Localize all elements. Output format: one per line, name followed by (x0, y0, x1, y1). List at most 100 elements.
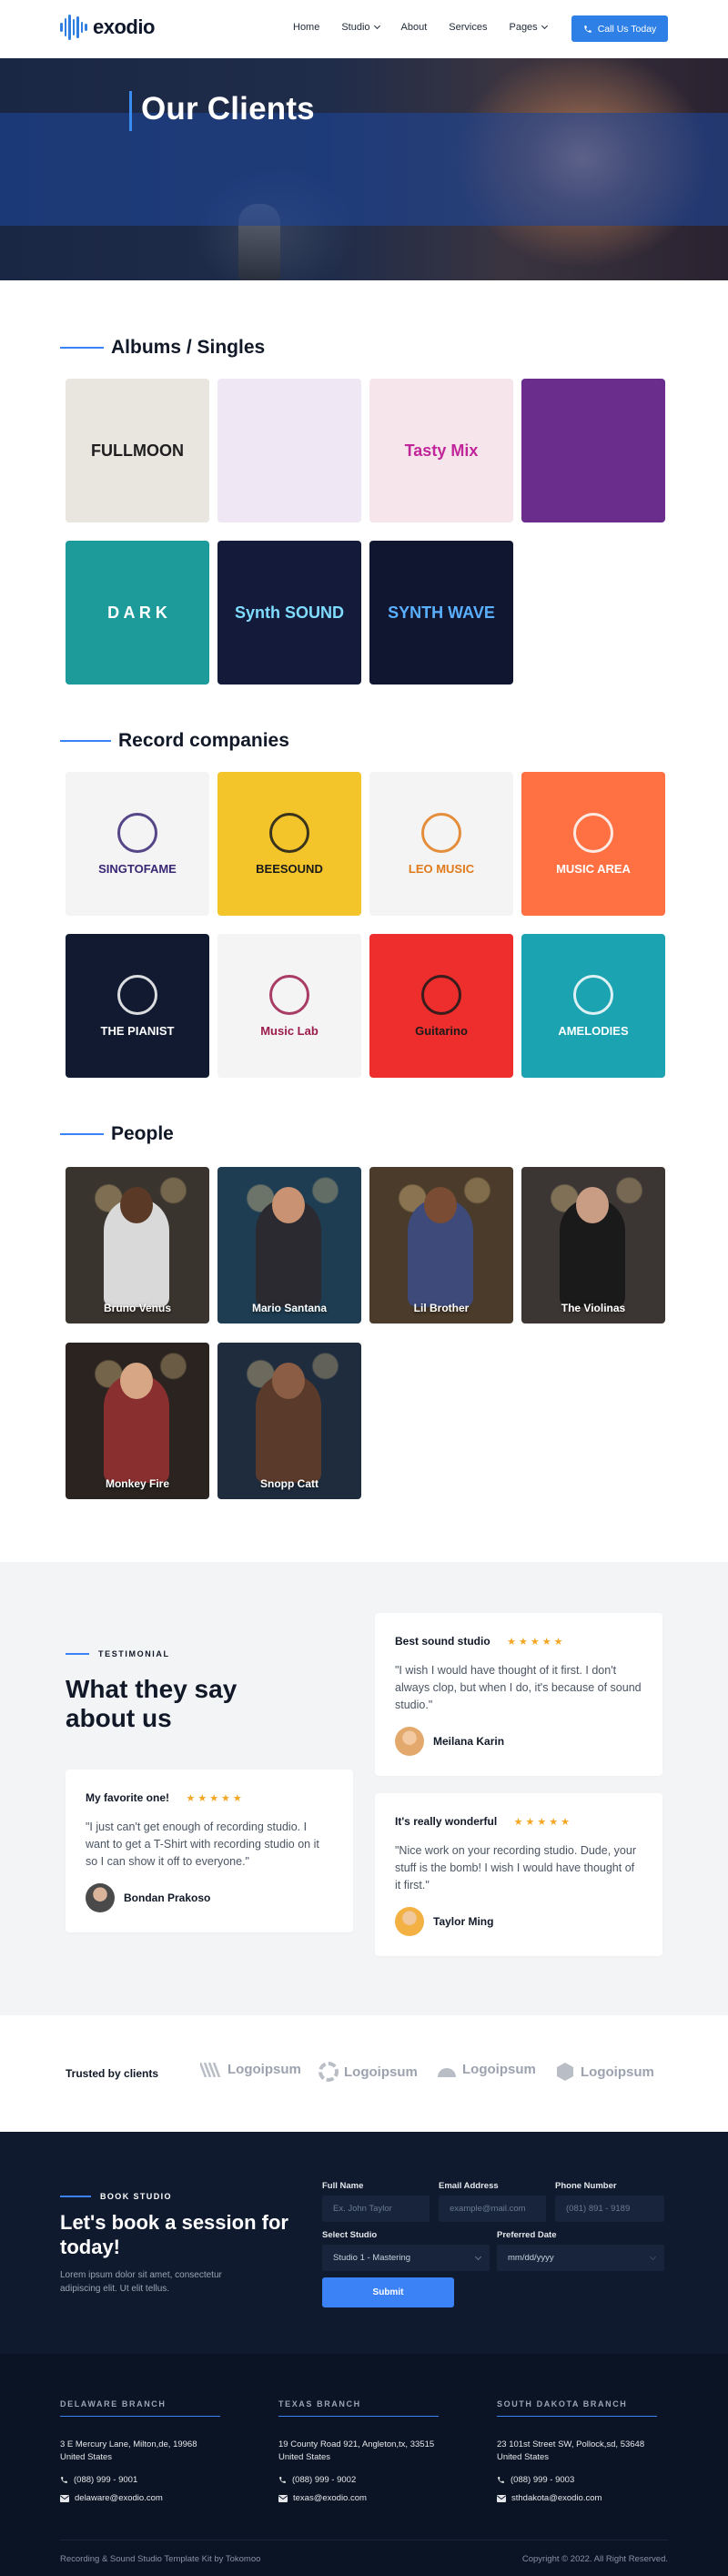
artist-face (576, 1187, 609, 1223)
branch-phone[interactable]: (088) 999 - 9001 (60, 2475, 220, 2485)
testimonial-card-title: Best sound studio (395, 1635, 490, 1648)
author-name: Meilana Karin (433, 1735, 505, 1748)
author-name: Bondan Prakoso (124, 1891, 211, 1904)
artist-card[interactable]: Snopp Catt (217, 1343, 361, 1499)
artist-card[interactable]: Mario Santana (217, 1167, 361, 1323)
client-logo[interactable]: Logoipsum (318, 2062, 418, 2082)
nav-about[interactable]: About (401, 22, 428, 33)
branch-email[interactable]: texas@exodio.com (278, 2493, 439, 2503)
album-cover[interactable]: FULLMOON (66, 379, 209, 522)
phone-input[interactable]: (081) 891 - 9189 (555, 2196, 664, 2222)
studio-select[interactable]: Studio 1 - Mastering (322, 2245, 490, 2271)
artist-face (120, 1363, 153, 1399)
call-us-button[interactable]: Call Us Today (571, 15, 668, 42)
record-logo-icon (117, 812, 157, 853)
rating-stars: ★★★★★ (513, 1817, 572, 1828)
logoipsum-hexagon-icon (557, 2063, 573, 2081)
branch-email[interactable]: delaware@exodio.com (60, 2493, 220, 2503)
record-logo-icon (573, 974, 613, 1015)
client-logo[interactable]: Logoipsum (437, 2062, 536, 2077)
branch-email-text: sthdakota@exodio.com (511, 2493, 602, 2503)
record-company-logo[interactable]: AMELODIES (521, 934, 665, 1078)
chevron-down-icon (373, 22, 380, 30)
record-company-name: SINGTOFAME (98, 861, 177, 876)
branch-phone[interactable]: (088) 999 - 9002 (278, 2475, 439, 2485)
nav-studio[interactable]: Studio (341, 22, 380, 33)
artist-face (272, 1187, 305, 1223)
branch-phone[interactable]: (088) 999 - 9003 (497, 2475, 657, 2485)
artist-card[interactable]: Monkey Fire (66, 1343, 209, 1499)
nav-pages[interactable]: Pages (509, 22, 548, 33)
record-companies-heading: Record companies (60, 730, 289, 752)
branch-block: SOUTH DAKOTA BRANCH 23 101st Street SW, P… (497, 2399, 657, 2503)
branch-address: 19 County Road 921, Angleton,tx, 33515 U… (278, 2439, 435, 2462)
artist-card[interactable]: The Violinas (521, 1167, 665, 1323)
album-cover[interactable]: Tasty Mix (369, 379, 513, 522)
record-logo-icon (421, 812, 461, 853)
record-company-name: AMELODIES (558, 1023, 629, 1038)
record-company-logo[interactable]: MUSIC AREA (521, 772, 665, 916)
record-company-name: LEO MUSIC (408, 861, 475, 876)
branch-address: 3 E Mercury Lane, Milton,de, 19968 Unite… (60, 2439, 197, 2462)
mail-icon (497, 2494, 506, 2502)
logo[interactable]: exodio (60, 15, 155, 40)
heading-accent-line (60, 740, 111, 742)
client-logo[interactable]: Logoipsum (555, 2062, 654, 2082)
booking-title: Let's book a session for today! (60, 2211, 288, 2258)
album-title: Synth SOUND (234, 603, 344, 622)
testimonial-author: Meilana Karin (395, 1727, 642, 1756)
branch-email-text: texas@exodio.com (293, 2493, 367, 2503)
album-cover[interactable]: D A R K (66, 541, 209, 685)
testimonial-card: It's really wonderful ★★★★★ "Nice work o… (375, 1793, 662, 1956)
testimonial-label: TESTIMONIAL (66, 1649, 170, 1658)
testimonial-card: My favorite one! ★★★★★ "I just can't get… (66, 1770, 353, 1932)
label-accent-line (60, 2196, 91, 2197)
record-company-logo[interactable]: LEO MUSIC (369, 772, 513, 916)
avatar (86, 1883, 115, 1912)
record-company-logo[interactable]: Guitarino (369, 934, 513, 1078)
artist-name: Lil Brother (413, 1302, 470, 1314)
date-input[interactable]: mm/dd/yyyy (497, 2245, 664, 2271)
branch-email[interactable]: sthdakota@exodio.com (497, 2493, 657, 2503)
branch-title: SOUTH DAKOTA BRANCH (497, 2399, 657, 2417)
artist-face (120, 1187, 153, 1223)
trusted-label: Trusted by clients (66, 2067, 159, 2080)
testimonial-card-title: My favorite one! (86, 1791, 170, 1804)
artist-card[interactable]: Lil Brother (369, 1167, 513, 1323)
record-company-logo[interactable]: SINGTOFAME (66, 772, 209, 916)
record-company-logo[interactable]: BEESOUND (217, 772, 361, 916)
avatar (395, 1727, 424, 1756)
artist-face (272, 1363, 305, 1399)
rating-stars: ★★★★★ (507, 1637, 566, 1648)
email-input[interactable]: example@mail.com (439, 2196, 546, 2222)
full-name-input[interactable]: Ex. John Taylor (322, 2196, 430, 2222)
submit-button[interactable]: Submit (322, 2277, 454, 2307)
artist-name: Monkey Fire (105, 1477, 170, 1490)
album-cover[interactable]: Synth SOUND (217, 541, 361, 685)
client-logo[interactable]: Logoipsum (200, 2062, 301, 2077)
artist-card[interactable]: Bruno Venus (66, 1167, 209, 1323)
nav-services[interactable]: Services (449, 22, 487, 33)
main-nav: Home Studio About Services Pages (293, 22, 569, 33)
record-company-logo[interactable]: THE PIANIST (66, 934, 209, 1078)
album-cover[interactable] (521, 379, 665, 522)
branch-block: TEXAS BRANCH 19 County Road 921, Angleton… (278, 2399, 439, 2503)
label-accent-line (66, 1653, 89, 1655)
record-company-logo[interactable]: Music Lab (217, 934, 361, 1078)
testimonial-author: Bondan Prakoso (86, 1883, 333, 1912)
artist-name: Mario Santana (251, 1302, 328, 1314)
record-company-name: Guitarino (415, 1023, 468, 1038)
logo-waveform-icon (60, 15, 88, 40)
branch-title: DELAWARE BRANCH (60, 2399, 220, 2417)
testimonial-card: Best sound studio ★★★★★ "I wish I would … (375, 1613, 662, 1776)
album-cover[interactable]: SYNTH WAVE (369, 541, 513, 685)
branch-title: TEXAS BRANCH (278, 2399, 439, 2417)
logo-text: exodio (93, 15, 155, 38)
album-title: D A R K (107, 603, 167, 622)
album-cover[interactable] (217, 379, 361, 522)
nav-home[interactable]: Home (293, 22, 319, 33)
full-name-label: Full Name (322, 2181, 364, 2191)
chevron-down-icon (649, 2253, 657, 2261)
mail-icon (60, 2494, 69, 2502)
record-company-name: THE PIANIST (100, 1023, 175, 1038)
